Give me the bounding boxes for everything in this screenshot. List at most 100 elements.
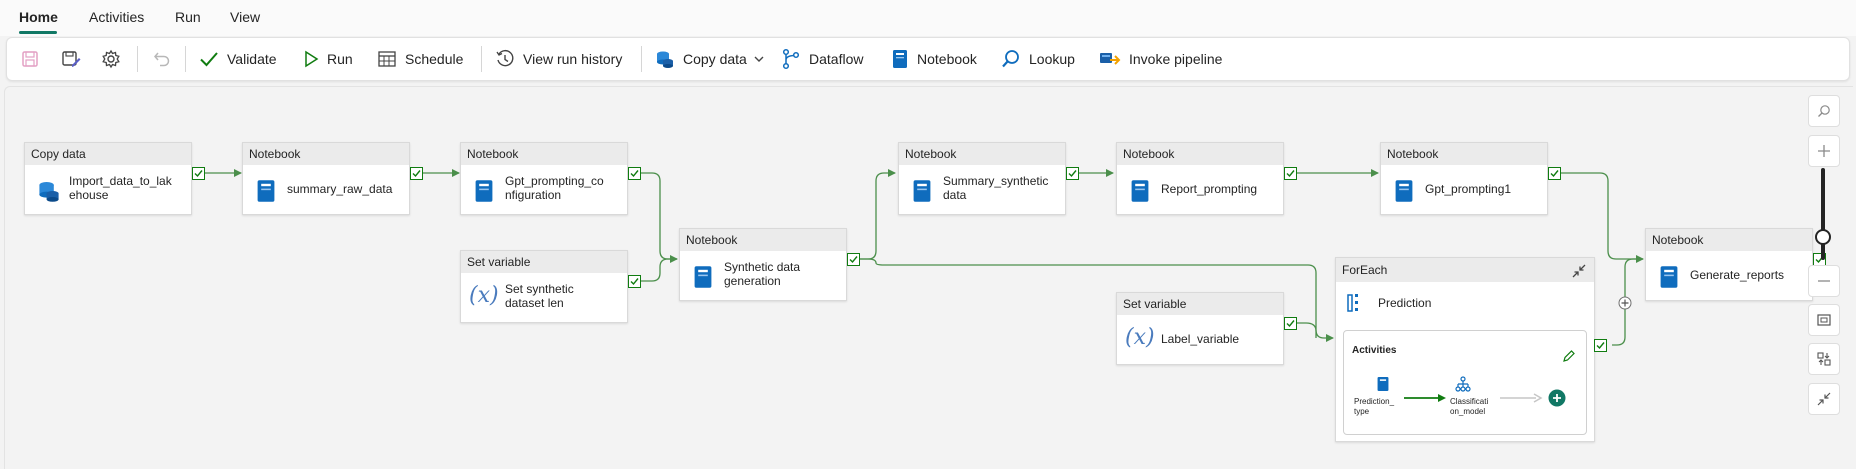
history-icon — [496, 49, 514, 67]
notebook-icon — [1377, 377, 1389, 391]
toolbar-divider — [137, 46, 138, 72]
auto-align-icon — [1817, 352, 1831, 366]
save-button[interactable] — [21, 38, 39, 80]
check-icon — [1550, 170, 1559, 178]
success-output-handle[interactable] — [847, 253, 860, 266]
lookup-label: Lookup — [1029, 51, 1075, 67]
collapse-all-button[interactable] — [1808, 383, 1840, 415]
check-icon — [194, 170, 203, 178]
zoom-in-button[interactable] — [1808, 135, 1840, 167]
activity-type-label: Notebook — [680, 229, 846, 251]
activity-set-synthetic-dataset-len[interactable]: Set variable (𝑥) Set synthetic dataset le… — [460, 250, 628, 323]
inner-connection-arrow — [1404, 394, 1446, 402]
auto-align-button[interactable] — [1808, 343, 1840, 375]
activity-label-variable[interactable]: Set variable (𝑥) Label_variable — [1116, 292, 1284, 365]
validate-button[interactable]: Validate — [199, 38, 277, 80]
tab-home[interactable]: Home — [19, 9, 58, 25]
check-icon — [630, 170, 639, 178]
save-as-button[interactable] — [61, 38, 81, 80]
gear-icon — [102, 49, 120, 69]
success-output-handle[interactable] — [192, 167, 205, 180]
view-run-history-label: View run history — [523, 51, 623, 67]
run-label: Run — [327, 51, 353, 67]
activity-type-label: Notebook — [461, 143, 627, 165]
settings-button[interactable] — [101, 38, 121, 80]
activity-summary-raw-data[interactable]: Notebook summary_raw_data — [242, 142, 410, 215]
toolbar-divider — [641, 46, 642, 72]
calendar-icon — [378, 51, 396, 67]
schedule-label: Schedule — [405, 51, 464, 67]
activity-type-label: Copy data — [25, 143, 191, 165]
foreach-name: Prediction — [1378, 296, 1432, 310]
activity-foreach-prediction[interactable]: ForEach Prediction Activities Prediction… — [1335, 257, 1595, 442]
success-output-handle[interactable] — [628, 167, 641, 180]
activity-type-label: Notebook — [1381, 143, 1547, 165]
foreach-icon — [1347, 294, 1358, 312]
zoom-slider-track[interactable] — [1821, 168, 1825, 260]
check-icon — [630, 278, 639, 286]
inner-activity-classification-model[interactable]: Classificati on_model — [1450, 397, 1498, 417]
activity-name: summary_raw_data — [287, 182, 393, 196]
validate-label: Validate — [227, 51, 277, 67]
notebook-icon — [475, 180, 493, 202]
notebook-button[interactable]: Notebook — [891, 38, 977, 80]
success-output-handle[interactable] — [1594, 339, 1607, 352]
lookup-icon — [1002, 50, 1019, 68]
activity-synthetic-data-generation[interactable]: Notebook Synthetic data generation — [679, 228, 847, 301]
activity-gpt-prompting-configuration[interactable]: Notebook Gpt_prompting_co nfiguration — [460, 142, 628, 215]
activity-generate-reports[interactable]: Notebook Generate_reports — [1645, 228, 1813, 301]
invoke-pipeline-button[interactable]: Invoke pipeline — [1099, 38, 1222, 80]
activity-copy-data[interactable]: Copy data Import_data_to_lak ehouse — [24, 142, 192, 215]
chevron-down-icon — [754, 56, 764, 62]
edit-icon[interactable] — [1562, 349, 1576, 363]
activity-gpt-prompting1[interactable]: Notebook Gpt_prompting1 — [1380, 142, 1548, 215]
activity-type-label: Notebook — [243, 143, 409, 165]
notebook-icon — [1131, 180, 1149, 202]
search-icon — [1818, 105, 1830, 117]
check-icon — [1596, 342, 1605, 350]
toolbar-divider — [481, 46, 482, 72]
lookup-button[interactable]: Lookup — [1001, 38, 1075, 80]
plus-icon — [1818, 145, 1830, 157]
success-output-handle[interactable] — [1284, 167, 1297, 180]
notebook-icon — [1660, 266, 1678, 288]
schedule-button[interactable]: Schedule — [377, 38, 463, 80]
activity-type-label: Notebook — [1117, 143, 1283, 165]
success-output-handle[interactable] — [1284, 317, 1297, 330]
collapse-icon[interactable] — [1572, 264, 1586, 278]
run-button[interactable]: Run — [303, 38, 353, 80]
activity-summary-synthetic-data[interactable]: Notebook Summary_synthetic data — [898, 142, 1066, 215]
toolbar-divider — [185, 46, 186, 72]
activity-report-prompting[interactable]: Notebook Report_prompting — [1116, 142, 1284, 215]
add-activity-icon[interactable] — [1548, 389, 1566, 407]
canvas-search-button[interactable] — [1808, 95, 1840, 127]
success-output-handle[interactable] — [410, 167, 423, 180]
variable-icon: (𝑥) — [1125, 325, 1155, 350]
success-output-handle[interactable] — [1548, 167, 1561, 180]
copy-data-button[interactable]: Copy data — [655, 38, 765, 80]
view-run-history-button[interactable]: View run history — [495, 38, 622, 80]
collapse-icon — [1817, 392, 1831, 406]
activity-type-label: Notebook — [1646, 229, 1812, 251]
invoke-pipeline-icon — [1100, 53, 1121, 65]
dataflow-button[interactable]: Dataflow — [781, 38, 863, 80]
tab-view[interactable]: View — [230, 9, 260, 25]
notebook-label: Notebook — [917, 51, 977, 67]
success-output-handle[interactable] — [1066, 167, 1079, 180]
tab-activities[interactable]: Activities — [89, 9, 144, 25]
activity-name: Label_variable — [1161, 332, 1240, 346]
success-output-handle[interactable] — [628, 275, 641, 288]
check-icon — [849, 256, 858, 264]
tab-run[interactable]: Run — [175, 9, 201, 25]
check-icon — [412, 170, 421, 178]
activities-title: Activities — [1352, 345, 1397, 356]
activity-name: Import_data_to_lak ehouse — [69, 174, 172, 202]
zoom-out-button[interactable] — [1808, 265, 1840, 297]
undo-button[interactable] — [153, 38, 171, 80]
fit-to-screen-button[interactable] — [1808, 304, 1840, 336]
zoom-slider-thumb[interactable] — [1815, 229, 1831, 245]
copy-data-icon — [657, 51, 673, 68]
foreach-activities-container[interactable]: Activities Prediction_ type Classificati o… — [1343, 330, 1587, 435]
notebook-icon — [913, 180, 931, 202]
inner-activity-prediction-type[interactable]: Prediction_ type — [1354, 397, 1402, 417]
